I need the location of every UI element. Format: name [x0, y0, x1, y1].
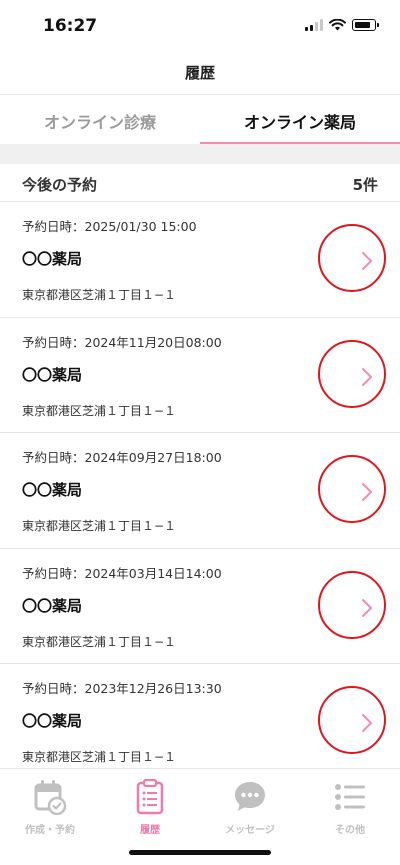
tabbar-label: 作成・予約 — [25, 825, 75, 836]
pharmacy-name: 〇〇薬局 — [22, 712, 83, 730]
tabbar-create-reserve[interactable]: 作成・予約 — [0, 769, 100, 839]
annotation-circle — [318, 570, 386, 639]
reservation-row[interactable]: 予約日時：2024年03月14日14:00 〇〇薬局 東京都港区芝浦１丁目１−１ — [0, 549, 400, 664]
section-title: 今後の予約 — [22, 176, 98, 194]
reservation-row[interactable]: 予約日時：2025/01/30 15:00 〇〇薬局 東京都港区芝浦１丁目１−１ — [0, 202, 400, 318]
menu-list-icon — [335, 784, 365, 810]
chevron-right-icon[interactable] — [361, 713, 373, 733]
tabbar-history[interactable]: 履歴 — [100, 769, 200, 839]
section-header: 今後の予約 5件 — [0, 164, 400, 202]
reservation-count: 5件 — [352, 176, 378, 194]
clipboard-list-icon — [136, 779, 164, 815]
chevron-right-icon[interactable] — [361, 482, 373, 502]
tabbar-label: 履歴 — [140, 825, 160, 836]
reservation-datetime: 予約日時：2024年03月14日14:00 — [22, 565, 222, 581]
reservation-row[interactable]: 予約日時：2024年09月27日18:00 〇〇薬局 東京都港区芝浦１丁目１−１ — [0, 433, 400, 549]
chevron-right-icon[interactable] — [361, 598, 373, 618]
annotation-circle — [318, 686, 386, 754]
battery-icon — [352, 19, 379, 31]
tab-online-pharmacy[interactable]: オンライン薬局 — [200, 95, 400, 144]
reservation-datetime: 予約日時：2025/01/30 15:00 — [22, 219, 197, 234]
pharmacy-name: 〇〇薬局 — [22, 481, 83, 499]
reservation-datetime: 予約日時：2023年12月26日13:30 — [22, 681, 222, 696]
tabbar-label: その他 — [335, 825, 365, 836]
wifi-icon — [329, 19, 346, 31]
annotation-circle — [318, 339, 386, 408]
annotation-circle — [318, 224, 386, 292]
page-title: 履歴 — [184, 64, 215, 82]
tab-online-consultation[interactable]: オンライン診療 — [0, 95, 200, 144]
reservation-row[interactable]: 予約日時：2024年11月20日08:00 〇〇薬局 東京都港区芝浦１丁目１−１ — [0, 318, 400, 433]
tabbar-messages[interactable]: メッセージ — [200, 769, 300, 839]
pharmacy-address: 東京都港区芝浦１丁目１−１ — [22, 634, 177, 649]
pharmacy-address: 東京都港区芝浦１丁目１−１ — [22, 519, 177, 533]
annotation-circle — [318, 455, 386, 523]
chevron-right-icon[interactable] — [361, 367, 373, 387]
pharmacy-address: 東京都港区芝浦１丁目１−１ — [22, 750, 177, 764]
status-time: 16:27 — [43, 16, 98, 36]
tab-bar: オンライン診療 オンライン薬局 — [0, 94, 400, 144]
chat-bubble-icon — [235, 782, 265, 811]
pharmacy-name: 〇〇薬局 — [22, 596, 83, 615]
reservation-datetime: 予約日時：2024年11月20日08:00 — [22, 334, 222, 350]
status-bar: 16:27 — [0, 0, 400, 52]
cellular-signal-icon — [305, 19, 323, 31]
reservation-list: 予約日時：2025/01/30 15:00 〇〇薬局 東京都港区芝浦１丁目１−１… — [0, 202, 400, 780]
section-divider — [0, 144, 400, 164]
tabbar-other[interactable]: その他 — [300, 769, 400, 839]
home-indicator — [129, 850, 271, 855]
chevron-right-icon[interactable] — [361, 251, 373, 271]
pharmacy-name: 〇〇薬局 — [22, 250, 83, 268]
calendar-check-icon — [34, 780, 67, 815]
pharmacy-name: 〇〇薬局 — [22, 365, 83, 384]
reservation-row[interactable]: 予約日時：2023年12月26日13:30 〇〇薬局 東京都港区芝浦１丁目１−１ — [0, 664, 400, 780]
pharmacy-address: 東京都港区芝浦１丁目１−１ — [22, 288, 177, 302]
tabbar-label: メッセージ — [225, 825, 275, 836]
status-icons — [305, 19, 379, 31]
nav-header: 履歴 — [0, 52, 400, 94]
pharmacy-address: 東京都港区芝浦１丁目１−１ — [22, 403, 177, 418]
reservation-datetime: 予約日時：2024年09月27日18:00 — [22, 450, 222, 465]
